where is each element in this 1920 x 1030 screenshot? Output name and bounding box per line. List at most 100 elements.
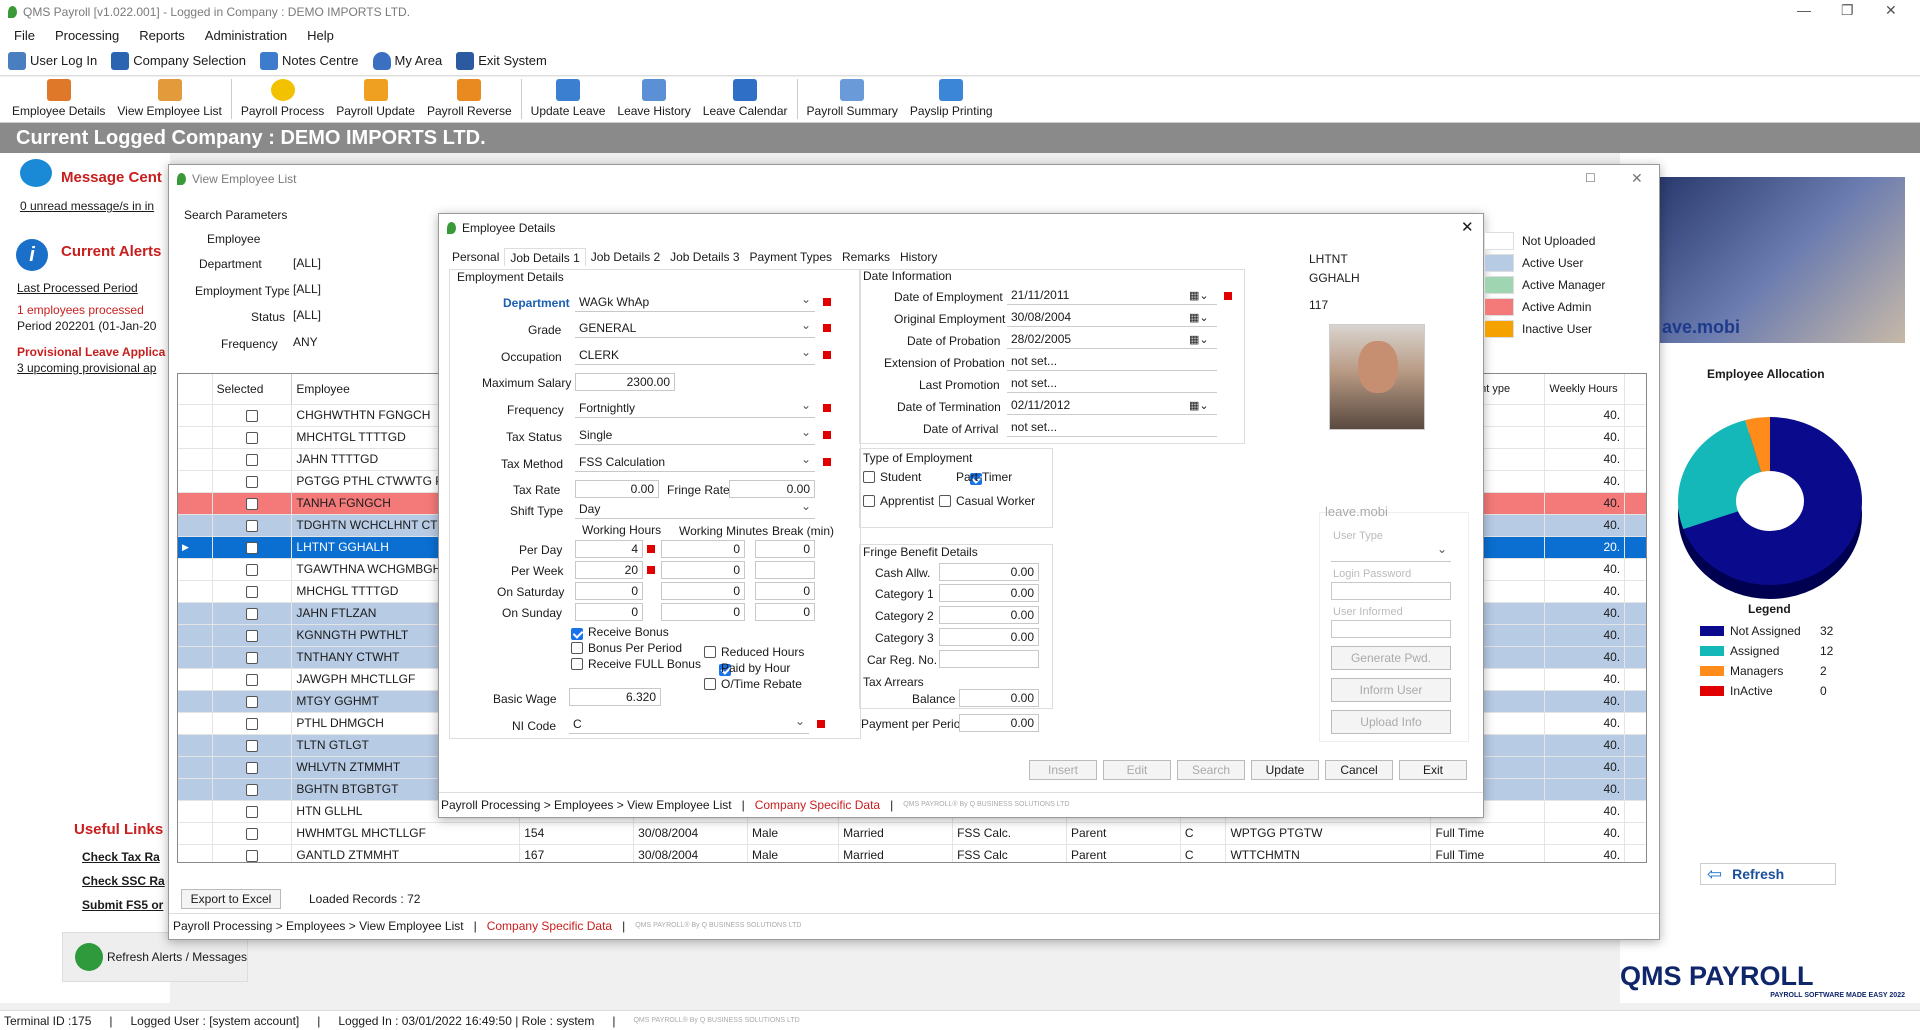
payroll-update-button[interactable]: Payroll Update xyxy=(330,79,421,122)
tab-job-details-2[interactable]: Job Details 2 xyxy=(586,248,665,266)
notes-centre-button[interactable]: Notes Centre xyxy=(259,51,359,70)
row-select-cell[interactable] xyxy=(212,470,293,493)
row-select-checkbox[interactable] xyxy=(246,673,259,686)
original-employment-input[interactable]: 30/08/2004 xyxy=(1007,309,1217,327)
working-minutes-input[interactable]: 0 xyxy=(661,582,745,600)
update-leave-button[interactable]: Update Leave xyxy=(525,79,612,122)
last-processed-link[interactable]: Last Processed Period xyxy=(17,281,138,295)
row-select-checkbox[interactable] xyxy=(246,805,259,818)
category3-input[interactable]: 0.00 xyxy=(939,628,1039,646)
tab-history[interactable]: History xyxy=(895,248,942,266)
occupation-select[interactable]: CLERK xyxy=(575,345,815,365)
category1-input[interactable]: 0.00 xyxy=(939,584,1039,602)
row-select-cell[interactable] xyxy=(212,756,293,779)
calendar-picker-icon[interactable]: ▦⌄ xyxy=(1189,311,1209,324)
date-termination-input[interactable]: 02/11/2012 xyxy=(1007,397,1217,415)
row-select-checkbox[interactable] xyxy=(246,541,259,554)
date-probation-input[interactable]: 28/02/2005 xyxy=(1007,331,1217,349)
row-select-cell[interactable] xyxy=(212,448,293,471)
payroll-process-button[interactable]: Payroll Process xyxy=(235,79,330,122)
employee-details-button[interactable]: Employee Details xyxy=(6,79,111,122)
user-informed-input[interactable] xyxy=(1331,620,1451,638)
working-hours-input[interactable]: 4 xyxy=(575,540,643,558)
row-select-checkbox[interactable] xyxy=(246,783,259,796)
row-select-checkbox[interactable] xyxy=(246,695,259,708)
car-reg-input[interactable] xyxy=(939,650,1039,668)
casual-worker-checkbox[interactable] xyxy=(939,495,951,507)
row-select-checkbox[interactable] xyxy=(246,431,259,444)
calendar-picker-icon[interactable]: ▦⌄ xyxy=(1189,333,1209,346)
upcoming-provisional-link[interactable]: 3 upcoming provisional ap xyxy=(17,361,156,375)
row-select-cell[interactable] xyxy=(212,690,293,713)
apprentist-checkbox[interactable] xyxy=(863,495,875,507)
unread-messages-link[interactable]: 0 unread message/s in in xyxy=(20,199,154,213)
row-select-checkbox[interactable] xyxy=(246,585,259,598)
col-weekly-hours[interactable]: Weekly Hours xyxy=(1544,374,1626,405)
row-select-checkbox[interactable] xyxy=(246,651,259,664)
cash-allw-input[interactable]: 0.00 xyxy=(939,563,1039,581)
list-maximize-button[interactable]: ☐ xyxy=(1585,171,1596,185)
tax-status-select[interactable]: Single xyxy=(575,425,815,445)
date-arrival-input[interactable]: not set... xyxy=(1007,419,1217,437)
check-tax-link[interactable]: Check Tax Ra xyxy=(82,850,160,864)
receive-bonus-checkbox[interactable] xyxy=(571,627,583,640)
row-select-cell[interactable] xyxy=(212,712,293,735)
leave-calendar-button[interactable]: Leave Calendar xyxy=(697,79,794,122)
refresh-button[interactable]: ⇦ Refresh xyxy=(1700,863,1836,885)
row-select-checkbox[interactable] xyxy=(246,761,259,774)
row-select-cell[interactable] xyxy=(212,514,293,537)
working-minutes-input[interactable]: 0 xyxy=(661,540,745,558)
break-minutes-input[interactable]: 0 xyxy=(755,582,815,600)
tab-payment-types[interactable]: Payment Types xyxy=(745,248,838,266)
working-hours-input[interactable]: 0 xyxy=(575,603,643,621)
row-select-cell[interactable] xyxy=(212,800,293,823)
shift-type-select[interactable]: Day xyxy=(575,499,815,519)
search-button[interactable]: Search xyxy=(1177,760,1245,780)
calendar-picker-icon[interactable]: ▦⌄ xyxy=(1189,289,1209,302)
edit-button[interactable]: Edit xyxy=(1103,760,1171,780)
leave-history-button[interactable]: Leave History xyxy=(611,79,696,122)
working-hours-input[interactable]: 20 xyxy=(575,561,643,579)
export-excel-button[interactable]: Export to Excel xyxy=(181,889,281,909)
working-hours-input[interactable]: 0 xyxy=(575,582,643,600)
my-area-button[interactable]: My Area xyxy=(372,51,442,70)
row-select-cell[interactable] xyxy=(212,734,293,757)
row-select-checkbox[interactable] xyxy=(246,497,259,510)
row-select-cell[interactable] xyxy=(212,646,293,669)
receive-full-bonus-checkbox[interactable] xyxy=(571,658,583,670)
upload-info-button[interactable]: Upload Info xyxy=(1331,710,1451,734)
row-select-checkbox[interactable] xyxy=(246,607,259,620)
exit-system-button[interactable]: Exit System xyxy=(456,51,547,70)
row-select-checkbox[interactable] xyxy=(246,849,259,862)
max-salary-input[interactable]: 2300.00 xyxy=(575,373,675,391)
minimize-button[interactable]: — xyxy=(1797,2,1811,18)
row-select-cell[interactable] xyxy=(212,602,293,625)
frequency-select[interactable]: Fortnightly xyxy=(575,398,815,418)
student-checkbox[interactable] xyxy=(863,471,875,483)
working-minutes-input[interactable]: 0 xyxy=(661,603,745,621)
maximize-button[interactable]: ❐ xyxy=(1841,2,1854,19)
department-select[interactable]: WAGk WhAp xyxy=(575,292,815,312)
reduced-hours-checkbox[interactable] xyxy=(704,646,716,658)
row-select-cell[interactable] xyxy=(212,822,293,845)
user-type-select[interactable] xyxy=(1331,542,1451,562)
row-select-checkbox[interactable] xyxy=(246,739,259,752)
user-login-button[interactable]: User Log In xyxy=(8,51,97,70)
break-minutes-input[interactable]: 0 xyxy=(755,603,815,621)
row-select-checkbox[interactable] xyxy=(246,409,259,422)
tax-rate-input[interactable]: 0.00 xyxy=(575,480,659,498)
balance-input[interactable]: 0.00 xyxy=(959,689,1039,707)
row-select-cell[interactable] xyxy=(212,536,293,559)
row-select-checkbox[interactable] xyxy=(246,475,259,488)
details-close-button[interactable]: ✕ xyxy=(1461,218,1474,236)
row-select-cell[interactable] xyxy=(212,404,293,427)
bonus-per-period-checkbox[interactable] xyxy=(571,642,583,654)
generate-pwd-button[interactable]: Generate Pwd. xyxy=(1331,646,1451,670)
calendar-picker-icon[interactable]: ▦⌄ xyxy=(1189,399,1209,412)
tab-personal[interactable]: Personal xyxy=(447,248,504,266)
check-ssc-link[interactable]: Check SSC Ra xyxy=(82,874,165,888)
break-minutes-input[interactable]: 0 xyxy=(755,540,815,558)
col-selected[interactable]: Selected xyxy=(212,374,293,405)
extension-probation-input[interactable]: not set... xyxy=(1007,353,1217,371)
otime-rebate-checkbox[interactable] xyxy=(704,678,716,690)
